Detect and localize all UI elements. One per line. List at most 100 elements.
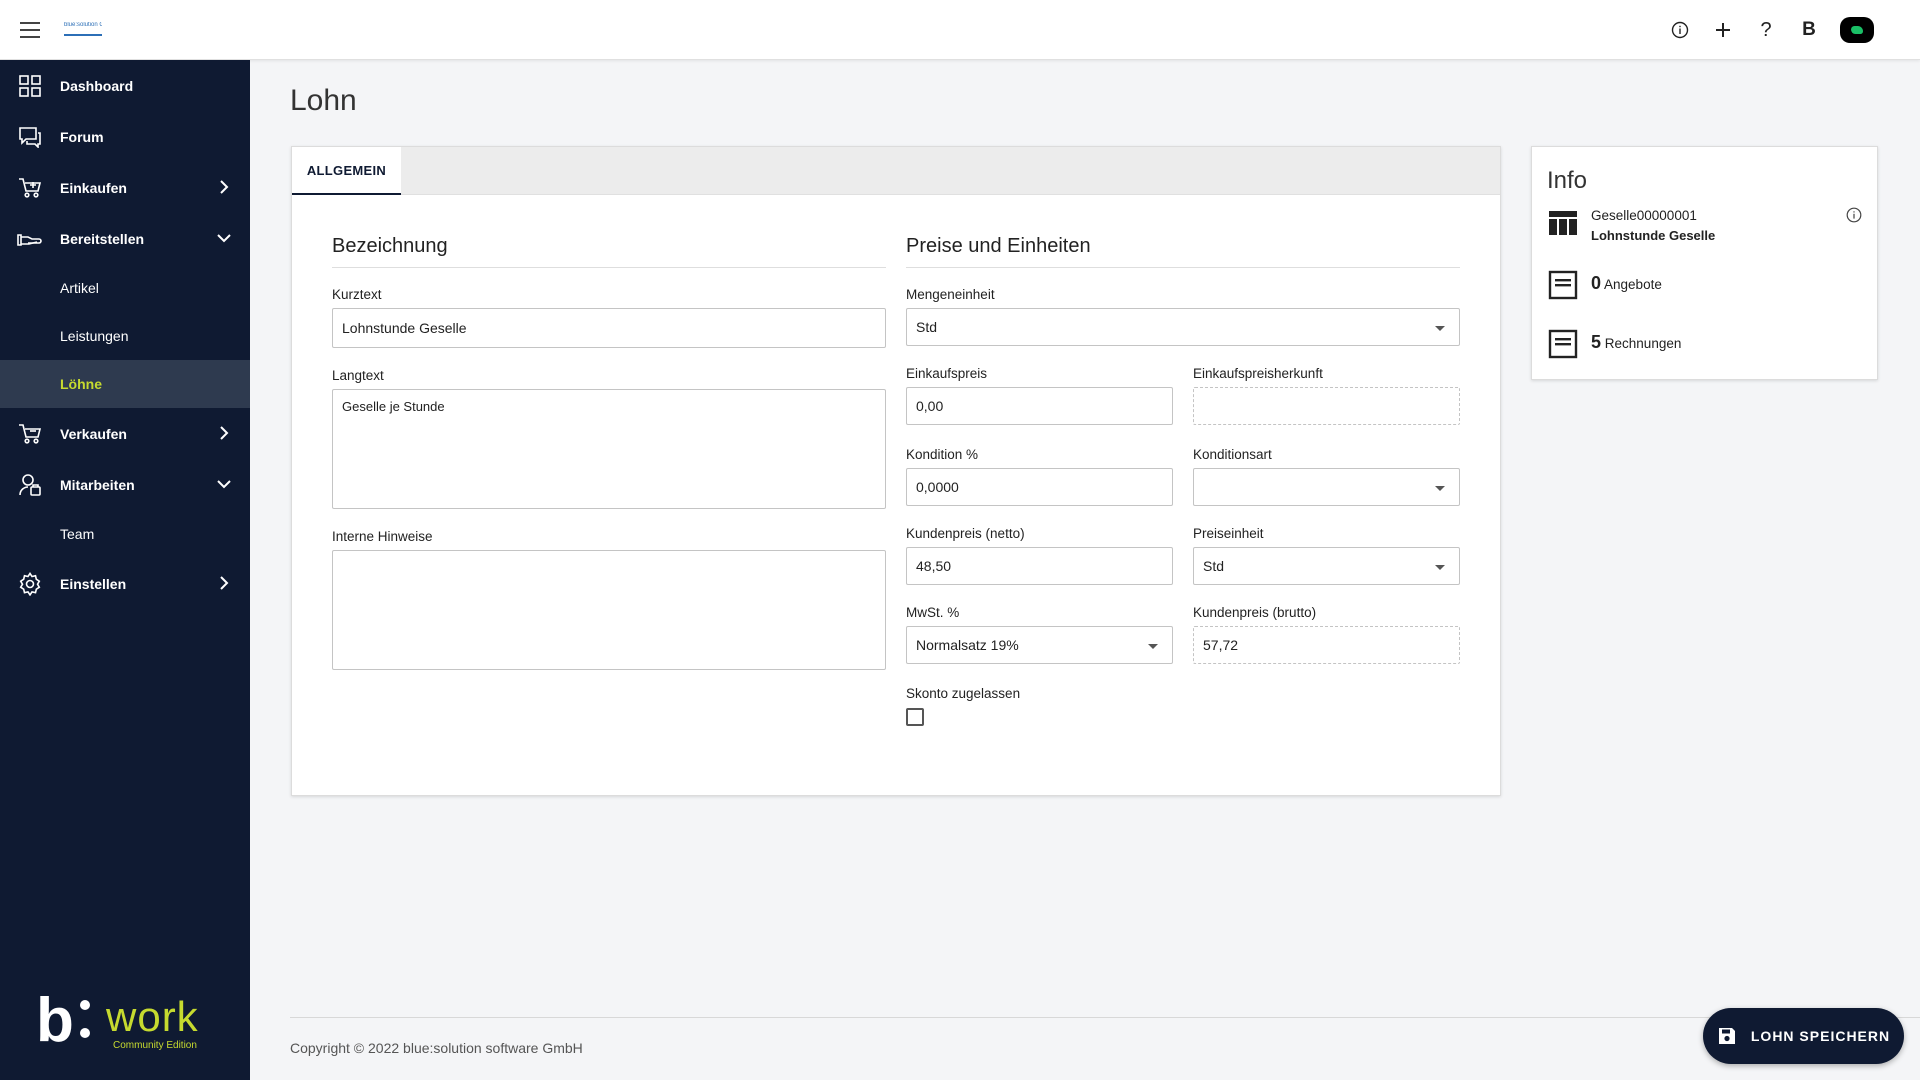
- langtext-label: Langtext: [332, 368, 384, 383]
- page-title: Lohn: [290, 84, 357, 117]
- footer-divider: [290, 1017, 1920, 1018]
- tab-allgemein[interactable]: ALLGEMEIN: [292, 147, 401, 195]
- sidebar-item-einstellen[interactable]: Einstellen: [0, 558, 250, 609]
- save-icon: [1718, 1028, 1735, 1044]
- chevron-right-icon: [216, 179, 232, 195]
- sidebar-item-label: Einkaufen: [60, 179, 127, 196]
- kundenpreis-brutto-field: 57,72: [1193, 626, 1460, 664]
- einkaufspreisherkunft-label: Einkaufspreisherkunft: [1193, 366, 1323, 381]
- kurztext-input[interactable]: Lohnstunde Geselle: [332, 308, 886, 348]
- sidebar-item-artikel[interactable]: Artikel: [0, 264, 250, 312]
- interne-hinweise-label: Interne Hinweise: [332, 529, 433, 544]
- dashboard-icon: [17, 73, 43, 99]
- cart-icon: [17, 175, 43, 201]
- kondition-label: Kondition %: [906, 447, 979, 462]
- document-icon: [1548, 270, 1578, 300]
- einkaufspreisherkunft-field: [1193, 387, 1460, 425]
- info-description: Lohnstunde Geselle: [1591, 228, 1716, 243]
- kondition-input[interactable]: 0,0000: [906, 468, 1173, 506]
- employees-icon: [17, 472, 43, 498]
- bwork-logo: b work Community Edition: [36, 990, 216, 1052]
- main-form-card: ALLGEMEIN Bezeichnung Kurztext Lohnstund…: [291, 146, 1501, 796]
- b-icon[interactable]: B: [1794, 15, 1824, 45]
- rechnungen-count: 5: [1591, 332, 1602, 352]
- forum-icon: [17, 124, 43, 150]
- kundenpreis-brutto-label: Kundenpreis (brutto): [1193, 605, 1317, 620]
- plus-icon[interactable]: [1708, 15, 1738, 45]
- save-button[interactable]: LOHN SPEICHERN: [1703, 1008, 1904, 1064]
- sidebar-item-label: Mitarbeiten: [60, 476, 135, 493]
- sidebar-item-label: Einstellen: [60, 575, 127, 592]
- section-divider: [332, 267, 886, 268]
- sidebar-item-bereitstellen[interactable]: Bereitstellen: [0, 213, 250, 264]
- mwst-label: MwSt. %: [906, 605, 960, 620]
- section-title-bezeichnung: Bezeichnung: [332, 235, 448, 257]
- save-button-label: LOHN SPEICHERN: [1750, 1028, 1891, 1044]
- kundenpreis-netto-label: Kundenpreis (netto): [906, 526, 1025, 541]
- chevron-right-icon: [216, 425, 232, 441]
- sidebar-item-leistungen[interactable]: Leistungen: [0, 312, 250, 360]
- einkaufspreis-input[interactable]: 0,00: [906, 387, 1173, 425]
- avatar-image: [1851, 26, 1863, 34]
- document-icon: [1548, 329, 1578, 359]
- copyright-text: Copyright © 2022 blue:solution software …: [290, 1040, 583, 1056]
- brand-b: b: [36, 986, 74, 1055]
- menu-icon[interactable]: [20, 22, 40, 38]
- provide-icon: [17, 226, 43, 252]
- top-actions: ? B: [1652, 15, 1874, 45]
- sidebar-item-forum[interactable]: Forum: [0, 111, 250, 162]
- konditionsart-select[interactable]: [1193, 468, 1460, 506]
- info-row-article: Geselle00000001 Lohnstunde Geselle: [1547, 207, 1847, 247]
- info-rechnungen: 5 Rechnungen: [1591, 332, 1681, 353]
- sidebar: Dashboard Forum Einkaufen Bereitstellen …: [0, 60, 250, 1080]
- info-icon[interactable]: [1846, 207, 1862, 223]
- help-icon[interactable]: ?: [1751, 15, 1781, 45]
- info-icon[interactable]: [1665, 15, 1695, 45]
- sidebar-item-label: Dashboard: [60, 77, 134, 94]
- kundenpreis-netto-input[interactable]: 48,50: [906, 547, 1173, 585]
- sidebar-item-loehne[interactable]: Löhne: [0, 360, 250, 408]
- top-bar: blue:solution GmbH ? B: [0, 0, 1920, 60]
- chevron-right-icon: [216, 575, 232, 591]
- tab-strip: ALLGEMEIN: [292, 147, 1500, 195]
- info-angebote: 0 Angebote: [1591, 273, 1662, 294]
- angebote-count: 0: [1591, 273, 1602, 293]
- rechnungen-label: Rechnungen: [1604, 336, 1682, 351]
- einkaufspreis-label: Einkaufspreis: [906, 366, 988, 381]
- chevron-down-icon: [216, 230, 232, 246]
- info-code: Geselle00000001: [1591, 208, 1697, 223]
- avatar[interactable]: [1840, 17, 1874, 43]
- skonto-label: Skonto zugelassen: [906, 686, 1021, 701]
- sidebar-item-dashboard[interactable]: Dashboard: [0, 60, 250, 111]
- mwst-select[interactable]: Normalsatz 19%: [906, 626, 1173, 664]
- section-divider: [906, 267, 1460, 268]
- skonto-checkbox[interactable]: [906, 708, 924, 726]
- brand-edition: Community Edition: [113, 1040, 197, 1051]
- brand-work: work: [106, 993, 199, 1040]
- table-icon: [1549, 211, 1577, 235]
- interne-hinweise-textarea[interactable]: [332, 550, 886, 670]
- preiseinheit-select[interactable]: Std: [1193, 547, 1460, 585]
- info-title: Info: [1547, 167, 1588, 194]
- sidebar-item-verkaufen[interactable]: Verkaufen: [0, 408, 250, 459]
- sidebar-item-mitarbeiten[interactable]: Mitarbeiten: [0, 459, 250, 510]
- sidebar-item-team[interactable]: Team: [0, 510, 250, 558]
- section-title-preise: Preise und Einheiten: [906, 235, 1091, 257]
- langtext-textarea[interactable]: Geselle je Stunde: [332, 389, 886, 509]
- sidebar-item-einkaufen[interactable]: Einkaufen: [0, 162, 250, 213]
- preiseinheit-label: Preiseinheit: [1193, 526, 1264, 541]
- company-logo[interactable]: blue:solution GmbH: [64, 22, 102, 36]
- sell-icon: [17, 421, 43, 447]
- mengeneinheit-label: Mengeneinheit: [906, 287, 995, 302]
- mengeneinheit-select[interactable]: Std: [906, 308, 1460, 346]
- info-row-angebote[interactable]: 0 Angebote: [1547, 269, 1847, 303]
- settings-icon: [17, 571, 43, 597]
- brand-colon: [80, 1000, 90, 1042]
- kurztext-label: Kurztext: [332, 287, 382, 302]
- angebote-label: Angebote: [1604, 277, 1662, 292]
- info-row-rechnungen[interactable]: 5 Rechnungen: [1547, 328, 1847, 362]
- konditionsart-label: Konditionsart: [1193, 447, 1272, 462]
- chevron-down-icon: [216, 476, 232, 492]
- sidebar-item-label: Verkaufen: [60, 425, 127, 442]
- info-card: Info Geselle00000001 Lohnstunde Geselle …: [1531, 146, 1878, 380]
